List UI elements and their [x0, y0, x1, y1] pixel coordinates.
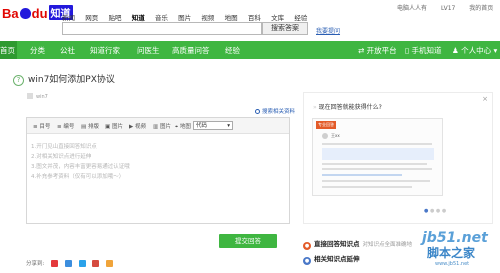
toolbar-layout-button[interactable]: ▤ 排版	[81, 122, 99, 130]
tencent-weibo-share-icon[interactable]	[78, 260, 86, 267]
qzone-share-icon[interactable]	[64, 260, 72, 267]
toolbar-list-button[interactable]: ≡ 目号	[33, 122, 50, 130]
open-platform-link[interactable]: ⇄ 开放平台	[358, 45, 397, 56]
nav-item[interactable]: 文库	[271, 14, 284, 22]
hint-line: 2.对相关知识点进行延伸	[31, 154, 92, 160]
user-bar: 电脑人人有 LV17 我的首页	[397, 3, 500, 12]
preview-text-line	[322, 174, 402, 176]
hint-line: 3.图文并茂，内容丰富更容易通过认证哦	[31, 164, 130, 170]
example-answer-preview: 专业回答 王xx	[312, 118, 443, 196]
greenbar-item-community[interactable]: 公社	[60, 45, 75, 56]
more-share-icon[interactable]	[106, 260, 114, 267]
answer-reward-panel: × » 现在回答就能获得什么? 专业回答 王xx ● ● ● ●	[303, 92, 493, 224]
toolbar-numbered-button[interactable]: ≡ 编号	[57, 122, 74, 130]
nav-item[interactable]: 新闻	[62, 14, 75, 22]
greenbar-item-experts[interactable]: 知道行家	[90, 45, 120, 56]
nav-item[interactable]: 地图	[225, 14, 238, 22]
toolbar-image-button[interactable]: ▣ 图片	[105, 122, 123, 130]
nav-item[interactable]: 贴吧	[108, 14, 121, 22]
search-icon	[255, 109, 260, 114]
search-answer-button[interactable]: 搜索答案	[262, 22, 308, 35]
greenbar-item-home[interactable]: 首页	[0, 45, 15, 56]
nav-item[interactable]: 百科	[248, 14, 261, 22]
quote-icon: »	[313, 104, 317, 111]
professional-answer-badge: 专业回答	[316, 121, 336, 129]
toolbar-map-button[interactable]: ⌖ 地图	[175, 122, 191, 131]
toolbar-picture-button[interactable]: ▥ 图片	[153, 122, 171, 130]
preview-username: 王xx	[331, 133, 340, 138]
preview-text-line	[322, 186, 412, 188]
toolbar-video-button[interactable]: ▶ 视频	[129, 122, 146, 130]
nav-item[interactable]: 图片	[178, 14, 191, 22]
product-nav: 新闻 网页 贴吧 知道 音乐 图片 视频 地图 百科 文库 经验	[62, 12, 315, 22]
avatar	[322, 133, 328, 139]
code-language-select[interactable]: 代码 ▾	[193, 121, 233, 130]
preview-text-line	[322, 180, 430, 182]
site-watermark: jb51.net 脚本之家 www.jb51.net	[422, 230, 488, 267]
editor-toolbar: ≡ 目号 ≡ 编号 ▤ 排版 ▣ 图片 ▶ 视频 ▥ 图片 ⌖ 地图 代码 ▾	[27, 118, 289, 134]
paw-icon	[19, 8, 31, 19]
nav-item[interactable]: 音乐	[155, 14, 168, 22]
asker-info[interactable]: win7	[27, 93, 48, 100]
category-bar: 首页 分类 公社 知道行家 问医生 高质量问答 经验 ⇄ 开放平台 ▯ 手机知道…	[0, 41, 500, 59]
my-home-link[interactable]: 我的首页	[469, 5, 493, 12]
feature-related-extension: ● 相关知识点延伸	[303, 255, 360, 265]
greenbar-item-experience[interactable]: 经验	[225, 45, 240, 56]
greenbar-item-quality-qa[interactable]: 高质量问答	[172, 45, 210, 56]
renren-share-icon[interactable]	[92, 260, 100, 267]
nav-item[interactable]: 视频	[201, 14, 214, 22]
question-icon: ?	[13, 75, 24, 86]
answer-editor[interactable]: ≡ 目号 ≡ 编号 ▤ 排版 ▣ 图片 ▶ 视频 ▥ 图片 ⌖ 地图 代码 ▾ 1…	[26, 117, 290, 224]
user-level[interactable]: LV17	[441, 5, 455, 12]
mobile-zhidao-link[interactable]: ▯ 手机知道	[405, 45, 442, 56]
editor-placeholder-hints: 1.开门见山直接回答知识点 2.对相关知识点进行延伸 3.图文并茂，内容丰富更容…	[31, 142, 130, 182]
feature-direct-answer: ● 直接回答知识点 对知识点全面准确地	[303, 240, 413, 250]
avatar	[27, 93, 33, 99]
username-link[interactable]: 电脑人人有	[397, 5, 427, 12]
weibo-share-icon[interactable]	[51, 260, 59, 267]
preview-text-line	[322, 168, 432, 170]
nav-item[interactable]: 网页	[85, 14, 98, 22]
close-icon[interactable]: ×	[482, 95, 488, 103]
greenbar-item-category[interactable]: 分类	[30, 45, 45, 56]
preview-text-line	[322, 143, 432, 145]
bullet-icon: ●	[303, 242, 311, 250]
share-bar: 分享到:	[26, 259, 114, 267]
search-input[interactable]	[62, 22, 262, 35]
question-title: ? win7如何添加PX协议	[13, 72, 115, 86]
personal-center-link[interactable]: ♟ 个人中心 ▾	[452, 45, 497, 56]
hint-line: 1.开门见山直接回答知识点	[31, 144, 97, 150]
chevron-down-icon: ▾	[227, 123, 230, 129]
panel-title: » 现在回答就能获得什么?	[313, 104, 382, 111]
hint-line: 4.补充参考资料（仅有可以添加哦～）	[31, 174, 125, 180]
preview-highlight-block	[322, 148, 434, 160]
search-related-link[interactable]: 搜索相关资料	[255, 107, 295, 115]
greenbar-item-doctor[interactable]: 问医生	[137, 45, 160, 56]
preview-text-line	[322, 163, 427, 165]
carousel-dots[interactable]: ● ● ● ●	[424, 208, 446, 214]
submit-answer-button[interactable]: 提交回答	[219, 234, 277, 248]
ask-question-link[interactable]: 我要提问	[316, 26, 340, 35]
nav-item-active[interactable]: 知道	[132, 14, 145, 22]
nav-item[interactable]: 经验	[294, 14, 307, 22]
bullet-icon: ●	[303, 257, 311, 265]
